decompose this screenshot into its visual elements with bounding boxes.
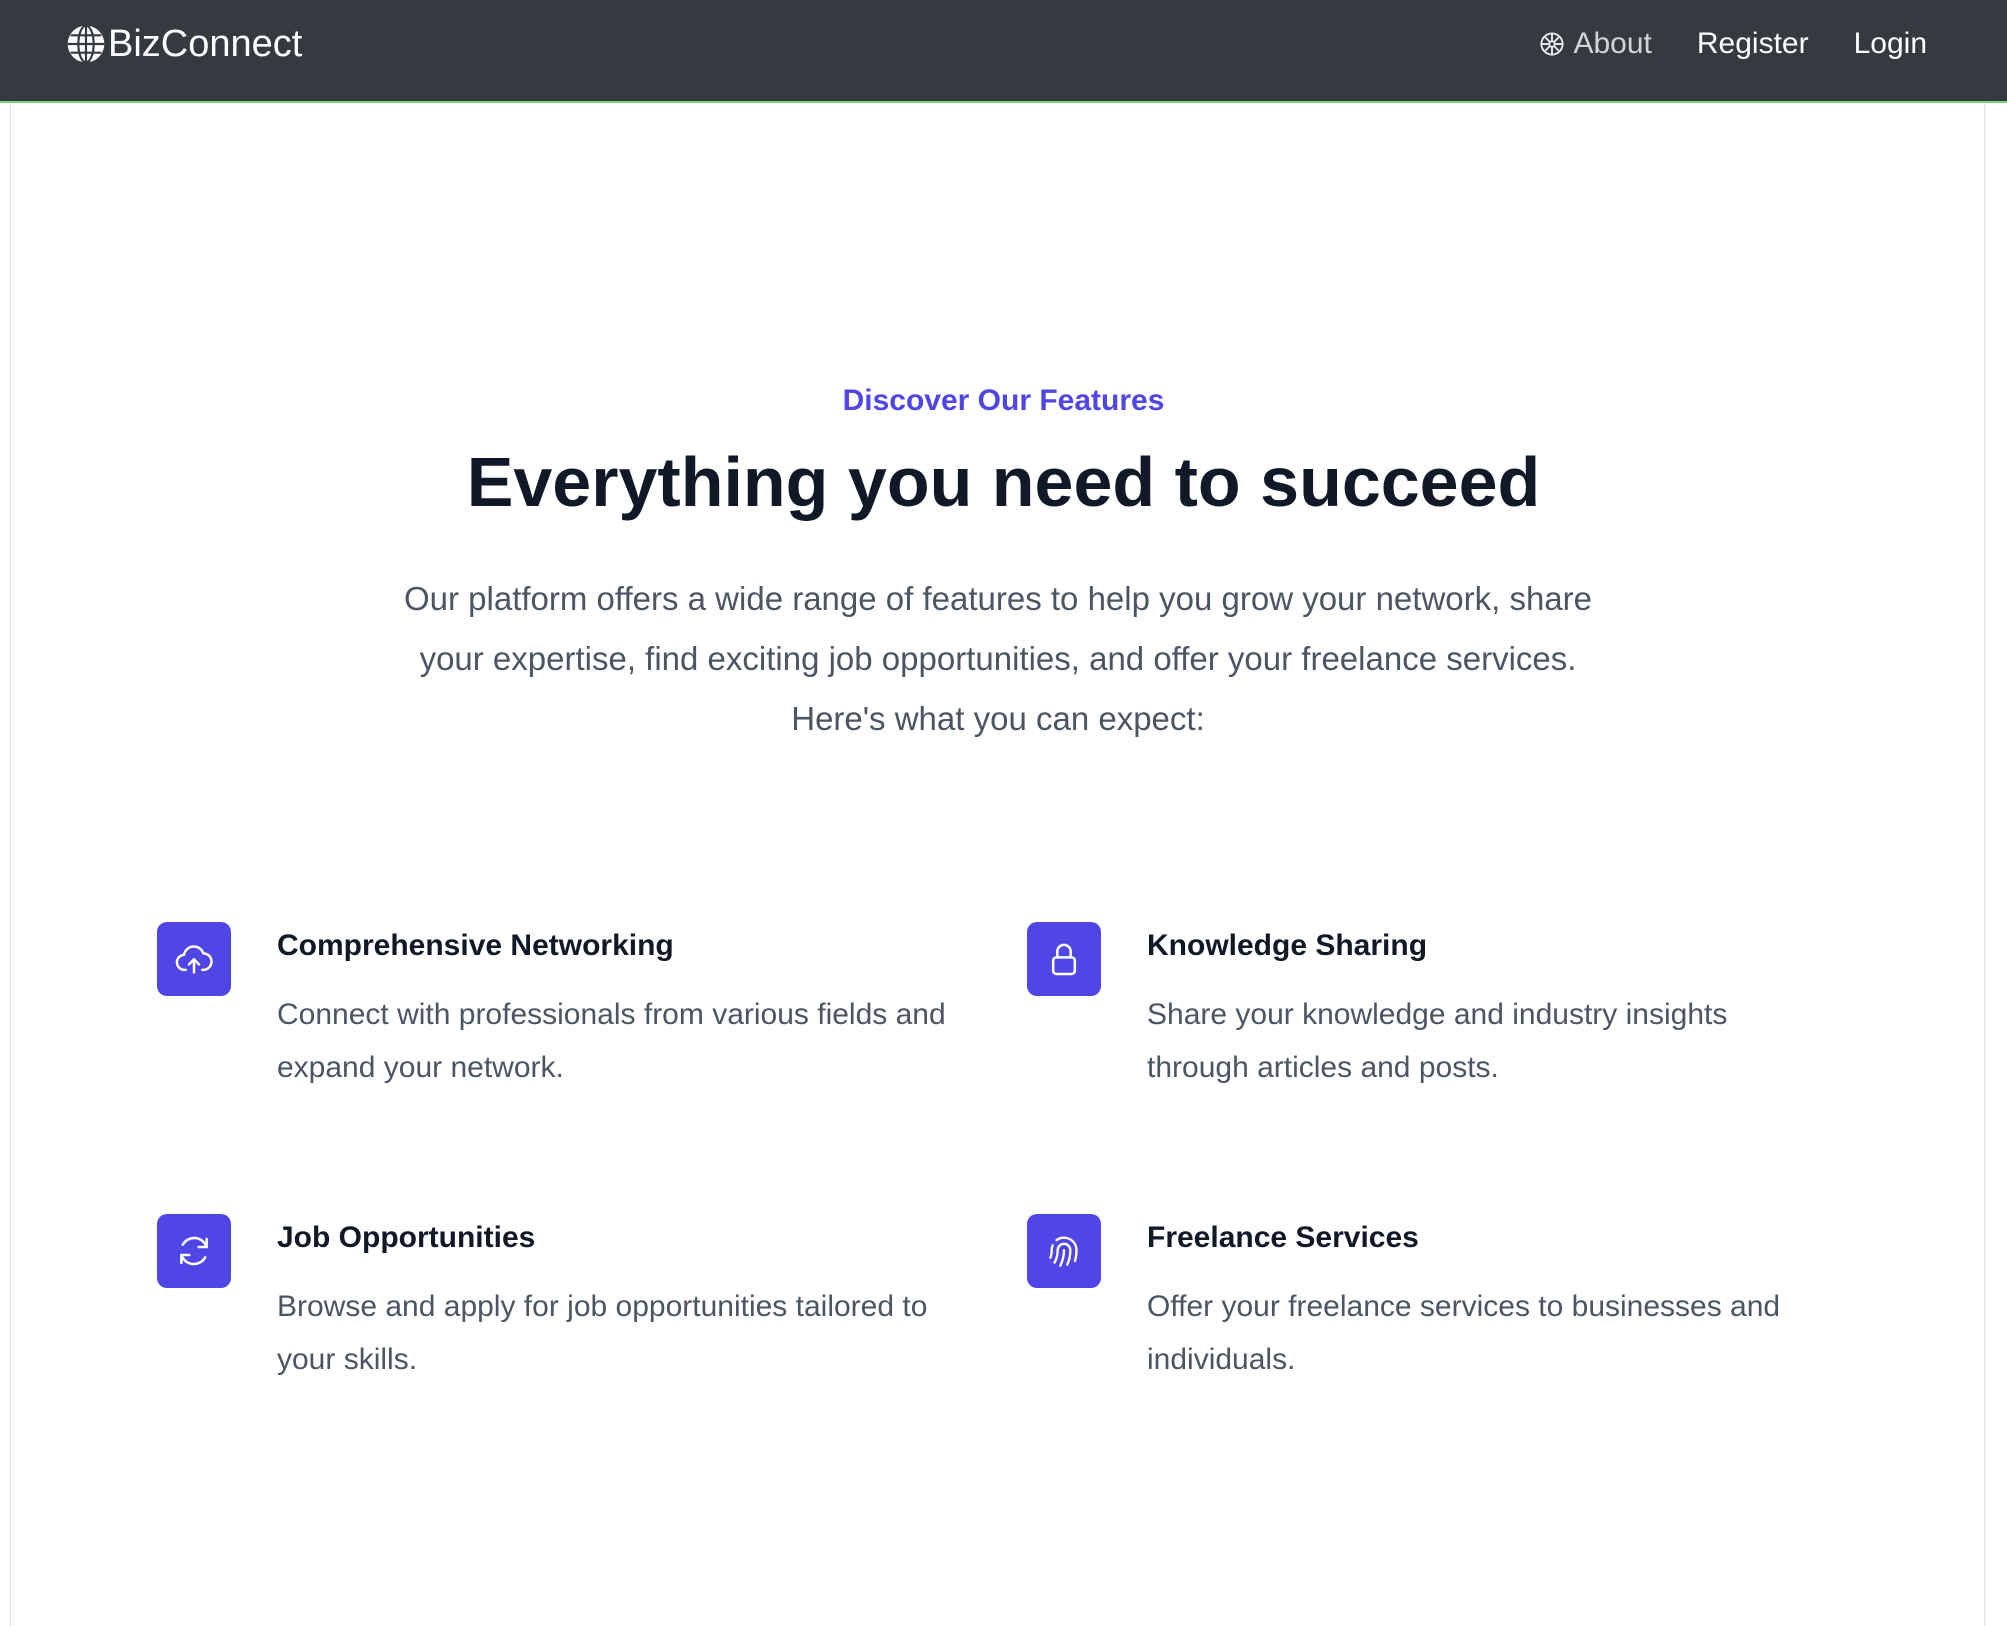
fingerprint-icon bbox=[1027, 1214, 1101, 1288]
globe-icon bbox=[67, 24, 105, 64]
section-intro: Our platform offers a wide range of feat… bbox=[404, 580, 1592, 737]
nav-about-link[interactable]: About bbox=[1537, 27, 1652, 61]
nav-about-label: About bbox=[1573, 27, 1652, 60]
feature-description: Browse and apply for job opportunities t… bbox=[277, 1290, 928, 1376]
section-eyebrow: Discover Our Features bbox=[842, 384, 1165, 417]
section-title: Everything you need to succeed bbox=[466, 443, 1541, 521]
feature-description: Connect with professionals from various … bbox=[277, 998, 946, 1084]
feature-jobs: Job Opportunities Browse and apply for j… bbox=[157, 1214, 957, 1414]
feature-title: Job Opportunities bbox=[277, 1221, 536, 1254]
feature-knowledge: Knowledge Sharing Share your knowledge a… bbox=[1027, 922, 1827, 1122]
cloud-upload-icon bbox=[157, 922, 231, 996]
nav-login-link[interactable]: Login bbox=[1854, 27, 1927, 61]
feature-description: Share your knowledge and industry insigh… bbox=[1147, 998, 1728, 1084]
brand-name: BizConnect bbox=[108, 22, 303, 65]
feature-title: Knowledge Sharing bbox=[1147, 929, 1428, 962]
lock-icon bbox=[1027, 922, 1101, 996]
brand-link[interactable]: BizConnect bbox=[66, 22, 302, 66]
feature-networking: Comprehensive Networking Connect with pr… bbox=[157, 922, 957, 1122]
feature-title: Freelance Services bbox=[1147, 1221, 1419, 1254]
feature-freelance: Freelance Services Offer your freelance … bbox=[1027, 1214, 1827, 1414]
nav-register-link[interactable]: Register bbox=[1697, 27, 1809, 61]
top-navbar: BizConnect About Register Login bbox=[0, 0, 2007, 103]
nav-links: About Register Login bbox=[1492, 22, 1927, 66]
refresh-icon bbox=[157, 1214, 231, 1288]
feature-title: Comprehensive Networking bbox=[277, 929, 674, 962]
feature-description: Offer your freelance services to busines… bbox=[1147, 1290, 1781, 1376]
dharma-wheel-icon bbox=[1540, 32, 1565, 56]
